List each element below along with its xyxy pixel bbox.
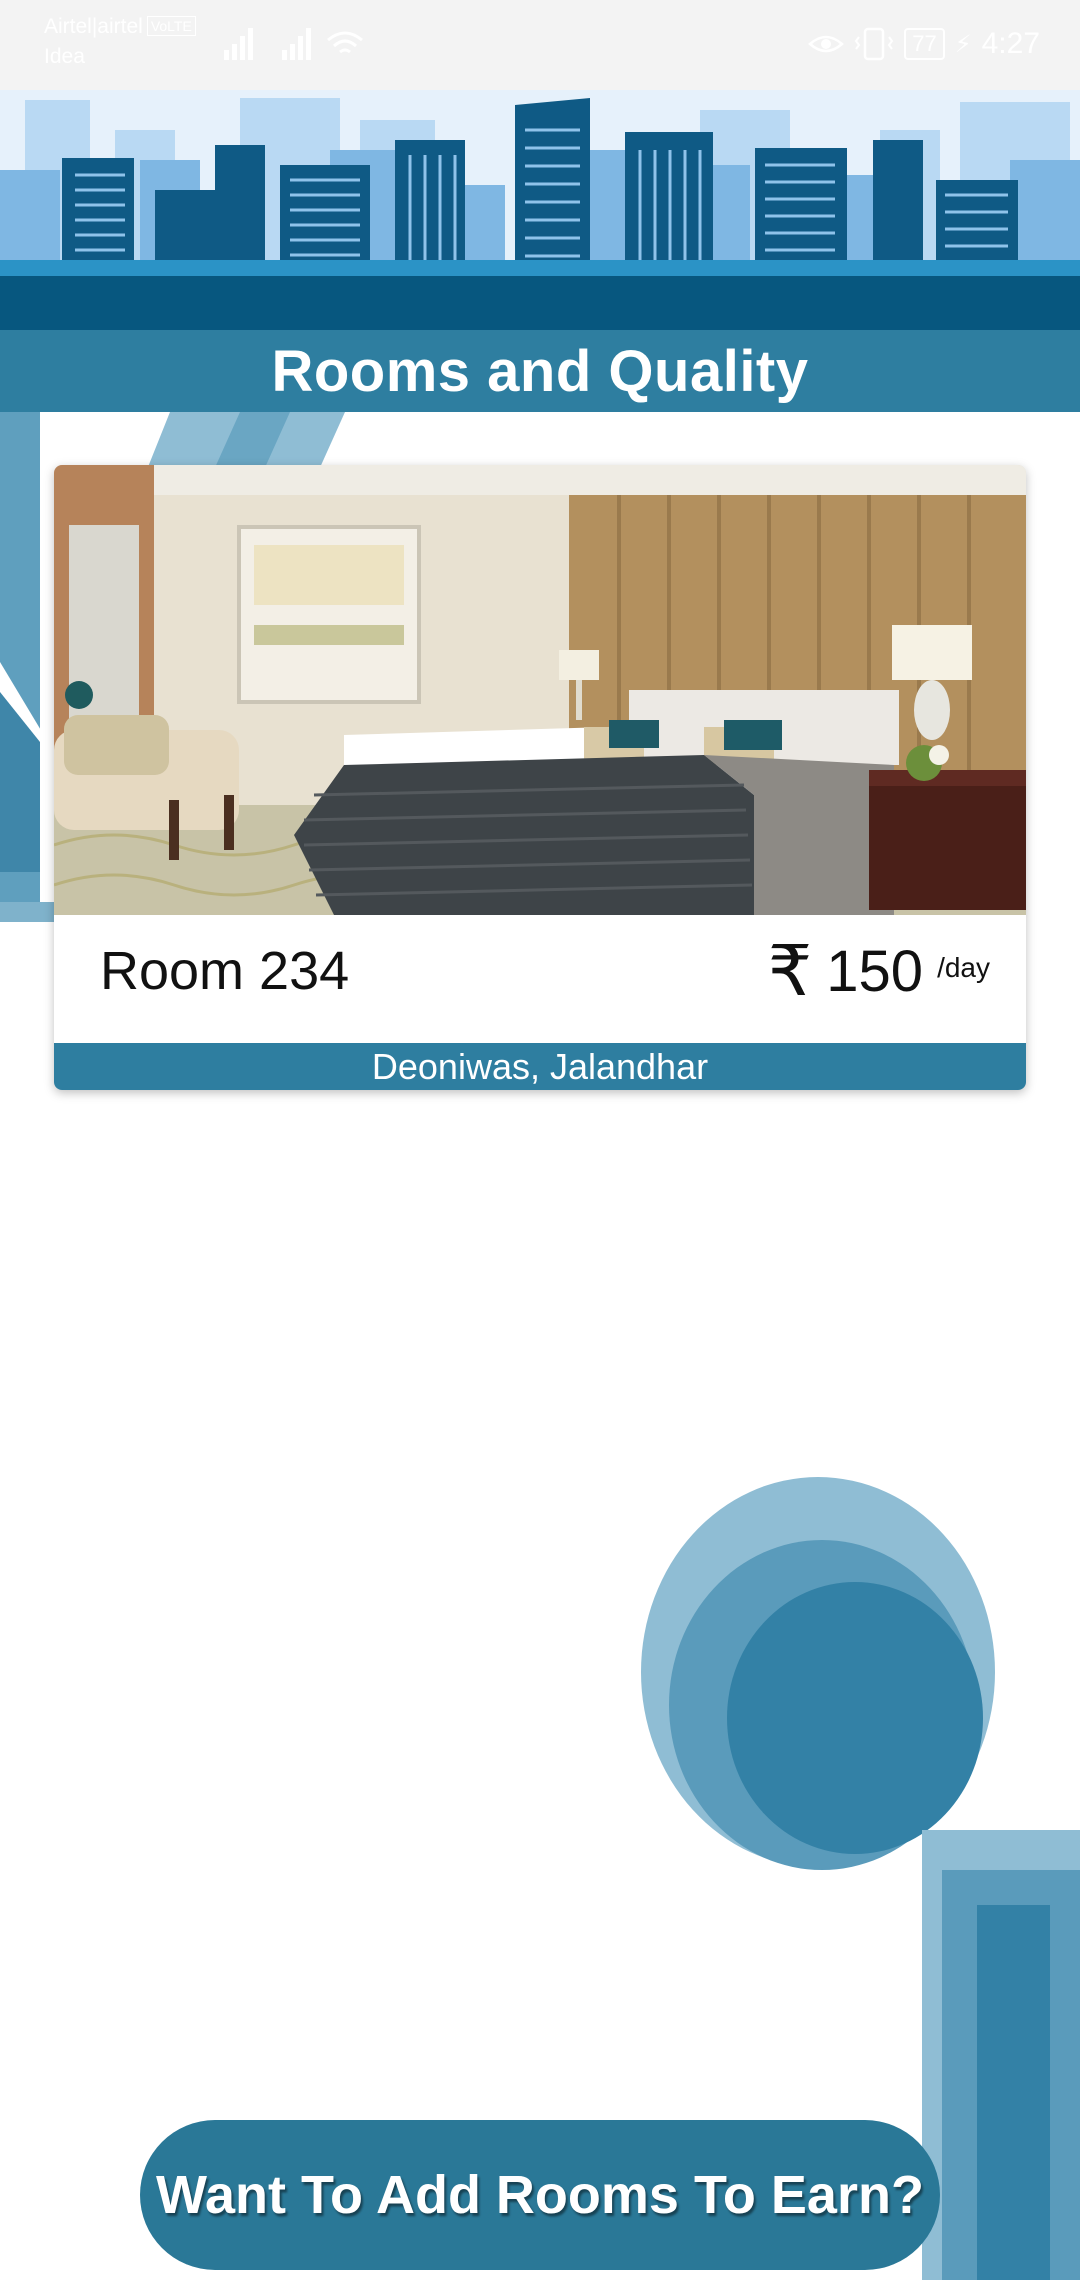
signal-icon (224, 28, 363, 60)
price-value: 150 (826, 938, 924, 1004)
room-price: ₹ 150 /day (768, 915, 990, 1027)
add-rooms-button[interactable]: Want To Add Rooms To Earn? (140, 2120, 940, 2270)
clock: 4:27 (981, 27, 1040, 60)
carrier-secondary: Idea (44, 45, 85, 68)
status-right: 77 ⚡ 4:27 (808, 24, 1040, 64)
room-name: Room 234 (100, 941, 350, 1001)
rupee-icon: ₹ (767, 932, 813, 1010)
decorative-circles (641, 1477, 995, 1870)
price-unit: /day (937, 952, 990, 983)
decorative-shape-bottom-right (922, 1830, 1080, 2280)
room-card[interactable]: Room 234 ₹ 150 /day Deoniwas, Jalandhar (54, 465, 1026, 1090)
wifi-icon (327, 31, 363, 54)
status-bar: Airtel|airtel VoLTE Idea 77 ⚡ 4:27 (0, 0, 1080, 90)
room-info: Room 234 ₹ 150 /day (54, 915, 1026, 1043)
page-title: Rooms and Quality (271, 338, 809, 404)
carrier-primary: Airtel|airtel (44, 15, 143, 38)
battery-indicator: 77 (904, 28, 945, 60)
header-banner (0, 90, 1080, 330)
city-skyline-illustration (0, 98, 1080, 330)
charging-icon: ⚡ (954, 30, 972, 58)
carrier-info: Airtel|airtel VoLTE Idea (44, 12, 196, 72)
title-band: Rooms and Quality (0, 330, 1080, 412)
eye-icon (808, 35, 845, 53)
volte-badge: VoLTE (146, 16, 196, 36)
room-photo (54, 465, 1026, 915)
room-location: Deoniwas, Jalandhar (54, 1043, 1026, 1090)
vibrate-icon (855, 27, 894, 61)
